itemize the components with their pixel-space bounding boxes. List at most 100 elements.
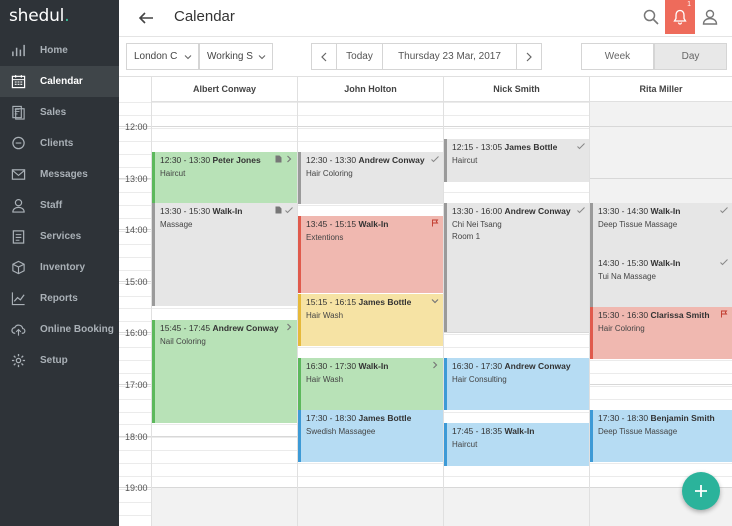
bar-chart-icon xyxy=(10,43,26,59)
appointment-client: Andrew Conway xyxy=(504,206,571,216)
current-date-label[interactable]: Thursday 23 Mar, 2017 xyxy=(383,43,517,70)
appointment-block[interactable]: 12:30 - 13:30 Andrew Conway Hair Coloring xyxy=(298,152,443,204)
appointment-block[interactable]: 12:30 - 13:30 Peter Jones Haircut xyxy=(152,152,297,204)
appointment-block[interactable]: 13:30 - 14:30 Walk-In Deep Tissue Massage xyxy=(590,203,732,255)
time-label: 15:00 xyxy=(125,277,148,287)
appointment-client: Walk-In xyxy=(358,361,389,371)
appointment-block[interactable]: 15:15 - 16:15 James Bottle Hair Wash xyxy=(298,294,443,346)
grid-line xyxy=(119,476,732,477)
user-icon[interactable] xyxy=(701,8,719,26)
sidebar-item-label: Home xyxy=(40,45,68,56)
appointment-service: Hair Wash xyxy=(306,311,344,320)
staff-column-header[interactable]: John Holton xyxy=(297,77,443,102)
appointment-service: Nail Coloring xyxy=(160,337,206,346)
week-view-button[interactable]: Week xyxy=(581,43,654,70)
appointment-block[interactable]: 16:30 - 17:30 Andrew Conway Hair Consulti… xyxy=(444,358,589,410)
appointment-title: 12:30 - 13:30 Andrew Conway xyxy=(306,155,438,165)
notifications-button[interactable]: 1 xyxy=(665,0,695,34)
staff-off-area xyxy=(589,102,732,203)
appointment-block[interactable]: 17:45 - 18:35 Walk-In Haircut xyxy=(444,423,589,466)
sidebar-item-calendar[interactable]: Calendar xyxy=(0,66,119,97)
appointment-time: 17:45 - 18:35 xyxy=(452,426,503,436)
day-view-button[interactable]: Day xyxy=(654,43,727,70)
sidebar-item-label: Messages xyxy=(40,169,88,180)
sidebar-item-clients[interactable]: Clients xyxy=(0,128,119,159)
appointment-block[interactable]: 13:30 - 16:00 Andrew Conway Chi Nei Tsang… xyxy=(444,203,589,332)
add-appointment-button[interactable] xyxy=(682,472,720,510)
appointment-block[interactable]: 15:30 - 16:30 Clarissa Smith Hair Colorin… xyxy=(590,307,732,359)
time-label: 19:00 xyxy=(125,483,148,493)
back-arrow-icon[interactable] xyxy=(137,9,155,27)
appointment-time: 12:15 - 13:05 xyxy=(452,142,503,152)
appointment-block[interactable]: 15:45 - 17:45 Andrew Conway Nail Coloring xyxy=(152,320,297,423)
search-icon[interactable] xyxy=(642,8,660,26)
flag-icon xyxy=(721,310,728,318)
today-button[interactable]: Today xyxy=(337,43,383,70)
check-icon xyxy=(431,156,439,163)
sidebar-item-setup[interactable]: Setup xyxy=(0,345,119,376)
time-label: 13:00 xyxy=(125,174,148,184)
flag-icon xyxy=(432,219,439,227)
appointment-block[interactable]: 13:30 - 15:30 Walk-In Massage xyxy=(152,203,297,306)
appointment-service: Hair Coloring xyxy=(306,169,353,178)
appointment-client: James Bottle xyxy=(504,142,558,152)
note-icon xyxy=(275,155,282,163)
appointment-block[interactable]: 17:30 - 18:30 Benjamin Smith Deep Tissue … xyxy=(590,410,732,462)
gear-icon xyxy=(10,353,26,369)
appointment-client: Clarissa Smith xyxy=(650,310,710,320)
appointment-service: Deep Tissue Massage xyxy=(598,220,678,229)
staff-filter-select[interactable]: Working S xyxy=(199,43,273,70)
staff-column-header[interactable]: Rita Miller xyxy=(589,77,732,102)
sidebar-item-reports[interactable]: Reports xyxy=(0,283,119,314)
appointment-time: 17:30 - 18:30 xyxy=(306,413,357,423)
staff-column-header[interactable]: Albert Conway xyxy=(151,77,297,102)
appointment-title: 13:30 - 15:30 Walk-In xyxy=(160,206,292,216)
chevron-right-icon xyxy=(287,155,292,163)
appointment-title: 15:15 - 16:15 James Bottle xyxy=(306,297,438,307)
appointment-time: 15:15 - 16:15 xyxy=(306,297,357,307)
appointment-title: 16:30 - 17:30 Walk-In xyxy=(306,361,438,371)
person-icon xyxy=(10,198,26,214)
appointment-service: Deep Tissue Massage xyxy=(598,427,678,436)
sidebar-item-home[interactable]: Home xyxy=(0,35,119,66)
sidebar-item-sales[interactable]: Sales xyxy=(0,97,119,128)
appointment-block[interactable]: 12:15 - 13:05 James Bottle Haircut xyxy=(444,139,589,182)
appointment-time: 13:30 - 15:30 xyxy=(160,206,211,216)
chevron-right-icon xyxy=(433,361,438,369)
appointment-time: 12:30 - 13:30 xyxy=(306,155,357,165)
appointment-title: 15:45 - 17:45 Andrew Conway xyxy=(160,323,292,333)
appointment-title: 13:30 - 14:30 Walk-In xyxy=(598,206,727,216)
location-select[interactable]: London C xyxy=(126,43,199,70)
staff-column-header[interactable]: Nick Smith xyxy=(443,77,589,102)
appointment-block[interactable]: 13:45 - 15:15 Walk-In Extentions xyxy=(298,216,443,293)
sidebar-item-services[interactable]: Services xyxy=(0,221,119,252)
appointment-service: Hair Consulting xyxy=(452,375,507,384)
prev-day-button[interactable] xyxy=(311,43,337,70)
sidebar-item-label: Sales xyxy=(40,107,67,118)
next-day-button[interactable] xyxy=(516,43,542,70)
appointment-client: Walk-In xyxy=(650,206,681,216)
appointment-title: 17:30 - 18:30 James Bottle xyxy=(306,413,438,423)
staff-filter-value: Working S xyxy=(207,51,253,62)
appointment-service: Tui Na Massage xyxy=(598,272,656,281)
appointment-client: James Bottle xyxy=(358,297,412,307)
appointment-title: 12:30 - 13:30 Peter Jones xyxy=(160,155,292,165)
appointment-title: 12:15 - 13:05 James Bottle xyxy=(452,142,584,152)
sidebar-item-label: Clients xyxy=(40,138,74,149)
sidebar-item-label: Reports xyxy=(40,293,78,304)
appointment-service: Haircut xyxy=(160,169,186,178)
appointment-block[interactable]: 16:30 - 17:30 Walk-In Hair Wash xyxy=(298,358,443,410)
sidebar-item-online-booking[interactable]: Online Booking xyxy=(0,314,119,345)
time-label: 14:00 xyxy=(125,225,148,235)
sidebar-item-staff[interactable]: Staff xyxy=(0,190,119,221)
sidebar-item-inventory[interactable]: Inventory xyxy=(0,252,119,283)
appointment-title: 15:30 - 16:30 Clarissa Smith xyxy=(598,310,727,320)
appointment-time: 14:30 - 15:30 xyxy=(598,258,649,268)
appointment-block[interactable]: 17:30 - 18:30 James Bottle Swedish Massag… xyxy=(298,410,443,462)
appointment-client: Peter Jones xyxy=(212,155,261,165)
app-logo[interactable]: shedul. xyxy=(9,6,70,26)
appointment-block[interactable]: 14:30 - 15:30 Walk-In Tui Na Massage xyxy=(590,255,732,307)
box-icon xyxy=(10,260,26,276)
sidebar-item-messages[interactable]: Messages xyxy=(0,159,119,190)
appointment-client: Walk-In xyxy=(212,206,243,216)
